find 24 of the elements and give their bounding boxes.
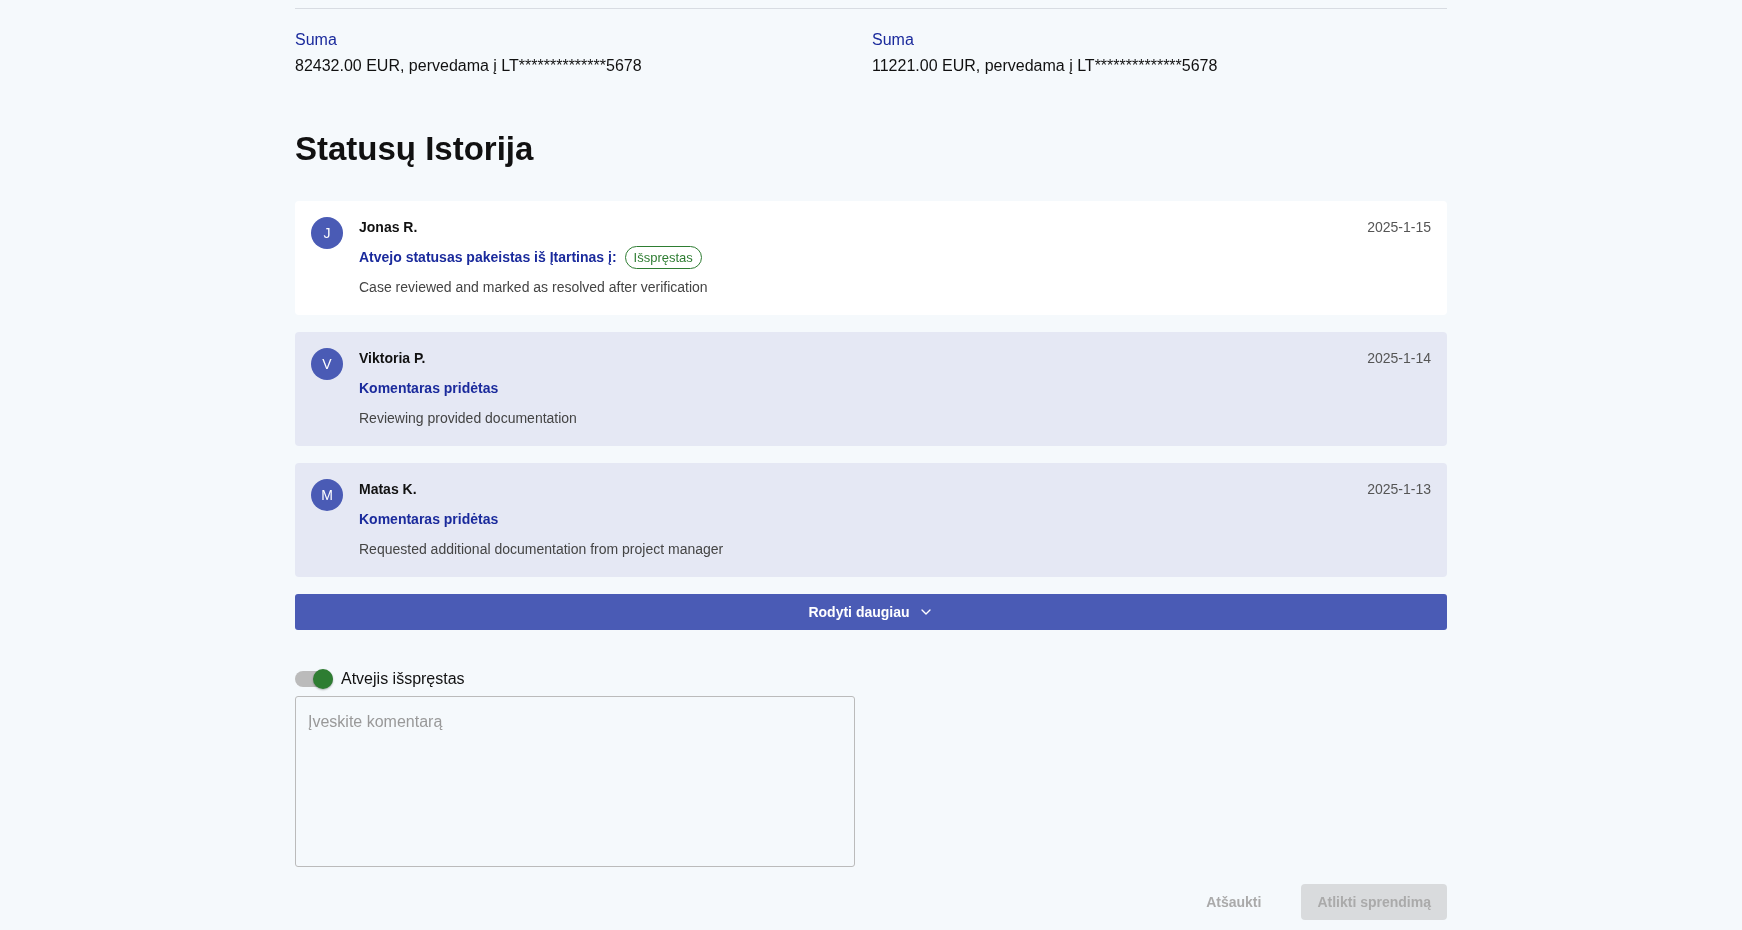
amount-label: Suma [872, 30, 915, 50]
comment-input-field[interactable]: Įveskite komentarą [295, 696, 855, 867]
comment-text: Case reviewed and marked as resolved after verification [359, 278, 709, 297]
author-name: Matas K. [359, 480, 417, 499]
action-text: Atvejo statusas pakeistas iš Įtartinas į: [359, 249, 617, 265]
entry-date: 2025-1-14 [1367, 350, 1431, 366]
amount-value: 82432.00 EUR, pervedama į LT**************5678 [295, 56, 643, 76]
toggle-switch[interactable] [295, 671, 333, 687]
toggle-label: Atvejis išspręstas [341, 670, 465, 688]
avatar: M [311, 479, 343, 511]
author-name: Viktoria P. [359, 349, 426, 368]
amount-value: 11221.00 EUR, pervedama į LT**************5678 [872, 56, 1219, 76]
author-name: Jonas R. [359, 218, 418, 237]
amount-label: Suma [295, 30, 338, 50]
avatar: V [311, 348, 343, 380]
action-text: Komentaras pridėtas [359, 380, 499, 396]
comment-text: Requested additional documentation from project manager [359, 540, 725, 559]
entry-date: 2025-1-15 [1367, 219, 1431, 235]
avatar: J [311, 217, 343, 249]
section-title: Statusų Istorija [295, 129, 535, 169]
action-text: Komentaras pridėtas [359, 511, 499, 527]
show-more-button[interactable]: Rodyti daugiau [295, 594, 1447, 630]
comment-text: Reviewing provided documentation [359, 409, 578, 428]
entry-date: 2025-1-13 [1367, 481, 1431, 497]
